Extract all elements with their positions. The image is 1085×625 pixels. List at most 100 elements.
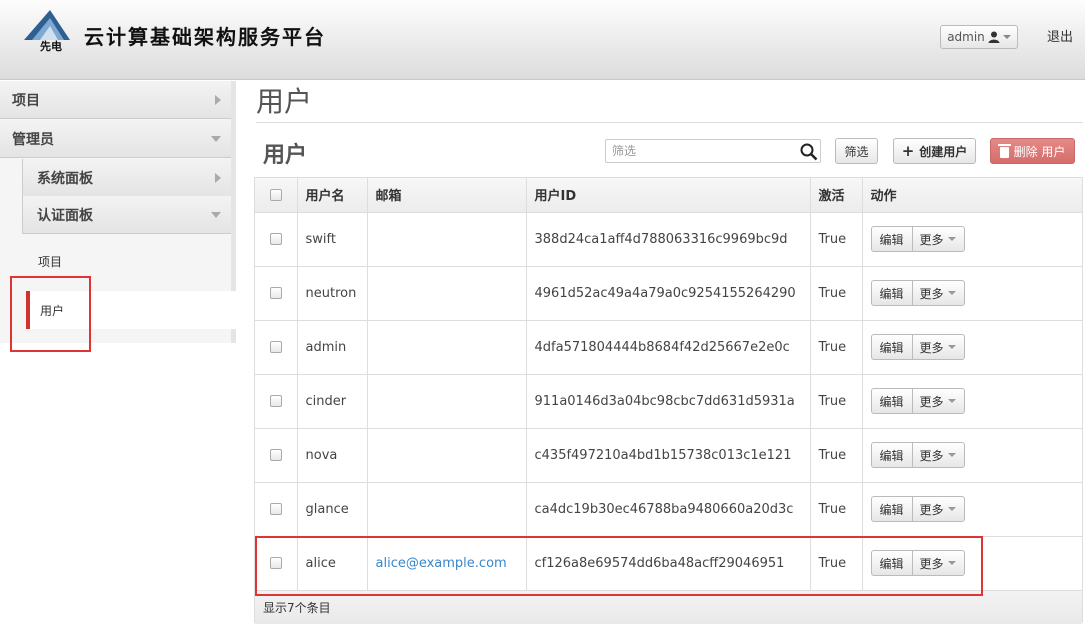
- chevron-down-icon: [1002, 35, 1011, 39]
- delete-users-label: 删除 用户: [1013, 144, 1066, 159]
- select-all-checkbox[interactable]: [269, 188, 282, 201]
- more-dropdown-button[interactable]: 更多: [913, 497, 964, 521]
- cell-enabled: True: [810, 428, 863, 483]
- edit-button[interactable]: 编辑: [872, 389, 913, 413]
- chevron-right-icon: [215, 172, 221, 183]
- more-label: 更多: [919, 232, 944, 247]
- cell-username: glance: [297, 482, 368, 537]
- sidebar-item-label: 用户: [40, 303, 65, 318]
- signout-link[interactable]: 退出: [1047, 26, 1073, 45]
- cell-enabled: True: [810, 536, 863, 591]
- sidebar-item-project[interactable]: 项目: [0, 81, 231, 119]
- table-row: neutron 4961d52ac49a4a79a0c9254155264290 T…: [255, 266, 1082, 321]
- cell-user-id: 4961d52ac49a4a79a0c9254155264290: [526, 266, 811, 321]
- chevron-down-icon: [947, 291, 956, 295]
- column-header-email[interactable]: 邮箱: [367, 178, 527, 213]
- row-action-group: 编辑 更多: [870, 226, 965, 252]
- cell-username: admin: [297, 320, 368, 375]
- edit-button[interactable]: 编辑: [872, 443, 913, 467]
- row-checkbox[interactable]: [269, 395, 282, 407]
- table-row: cinder 911a0146d3a04bc98cbc7dd631d5931a Tr…: [255, 374, 1082, 429]
- edit-button[interactable]: 编辑: [872, 227, 913, 251]
- more-dropdown-button[interactable]: 更多: [913, 389, 964, 413]
- more-label: 更多: [919, 502, 944, 517]
- row-action-group: 编辑 更多: [870, 388, 965, 414]
- cell-enabled: True: [810, 212, 863, 267]
- edit-button[interactable]: 编辑: [872, 335, 913, 359]
- cell-username: cinder: [297, 374, 368, 429]
- row-checkbox[interactable]: [269, 557, 282, 569]
- edit-button[interactable]: 编辑: [872, 551, 913, 575]
- table-header-row: 用户名 邮箱 用户ID 激活 动作: [255, 178, 1082, 213]
- chevron-down-icon: [947, 345, 956, 349]
- more-label: 更多: [919, 448, 944, 463]
- edit-button[interactable]: 编辑: [872, 497, 913, 521]
- table-title: 用户: [263, 143, 308, 168]
- cell-user-id: 388d24ca1aff4d788063316c9969bc9d: [526, 212, 811, 267]
- chevron-down-icon: [947, 453, 956, 457]
- create-user-label: 创建用户: [919, 144, 968, 159]
- cell-enabled: True: [810, 482, 863, 537]
- brand-title: 云计算基础架构服务平台: [84, 25, 326, 49]
- chevron-down-icon: [947, 399, 956, 403]
- cell-username: alice: [297, 536, 368, 591]
- sidebar-item-label: 系统面板: [37, 170, 93, 187]
- table-row: swift 388d24ca1aff4d788063316c9969bc9d Tru…: [255, 212, 1082, 267]
- divider: [256, 122, 1083, 123]
- sidebar-item-admin[interactable]: 管理员: [0, 120, 231, 158]
- delete-users-button[interactable]: 删除 用户: [990, 138, 1075, 164]
- column-header-actions: 动作: [862, 178, 1082, 213]
- more-dropdown-button[interactable]: 更多: [913, 227, 964, 251]
- filter-button[interactable]: 筛选: [835, 138, 878, 164]
- user-menu-dropdown[interactable]: admin: [940, 25, 1018, 49]
- column-header-enabled[interactable]: 激活: [810, 178, 863, 213]
- row-checkbox[interactable]: [269, 503, 282, 515]
- column-header-user-id[interactable]: 用户ID: [526, 178, 811, 213]
- row-action-group: 编辑 更多: [870, 334, 965, 360]
- row-checkbox[interactable]: [269, 287, 282, 299]
- sidebar-item-users[interactable]: 用户: [26, 291, 236, 329]
- chevron-right-icon: [215, 94, 221, 105]
- table-footer: 显示7个条目: [255, 590, 1082, 624]
- more-dropdown-button[interactable]: 更多: [913, 551, 964, 575]
- row-checkbox[interactable]: [269, 233, 282, 245]
- more-label: 更多: [919, 556, 944, 571]
- users-table: 用户名 邮箱 用户ID 激活 动作 swift 388d24ca1aff4d788…: [254, 177, 1083, 624]
- column-header-username[interactable]: 用户名: [297, 178, 368, 213]
- cell-enabled: True: [810, 266, 863, 321]
- sidebar-item-label: 项目: [12, 92, 40, 109]
- row-checkbox[interactable]: [269, 449, 282, 461]
- cell-user-id: 911a0146d3a04bc98cbc7dd631d5931a: [526, 374, 811, 429]
- cell-user-id: cf126a8e69574dd6ba48acff29046951: [526, 536, 811, 591]
- table-row: alice alice@example.com cf126a8e69574dd6ba…: [255, 536, 1082, 591]
- chevron-down-icon: [947, 237, 956, 241]
- filter-input[interactable]: [605, 139, 821, 163]
- sidebar-item-label: 认证面板: [37, 207, 93, 224]
- cell-enabled: True: [810, 374, 863, 429]
- user-icon: [988, 31, 1000, 43]
- trash-icon: [997, 143, 1011, 158]
- chevron-down-icon: [211, 211, 221, 218]
- more-dropdown-button[interactable]: 更多: [913, 443, 964, 467]
- sidebar-item-projects[interactable]: 项目: [38, 253, 62, 270]
- sidebar-item-identity-panel[interactable]: 认证面板: [22, 196, 231, 234]
- search-icon: [800, 143, 818, 161]
- edit-button[interactable]: 编辑: [872, 281, 913, 305]
- more-dropdown-button[interactable]: 更多: [913, 281, 964, 305]
- chevron-down-icon: [947, 561, 956, 565]
- row-action-group: 编辑 更多: [870, 442, 965, 468]
- row-checkbox[interactable]: [269, 341, 282, 353]
- cell-user-id: c435f497210a4bd1b15738c013c1e121: [526, 428, 811, 483]
- cell-email[interactable]: alice@example.com: [376, 556, 507, 571]
- more-dropdown-button[interactable]: 更多: [913, 335, 964, 359]
- table-row: nova c435f497210a4bd1b15738c013c1e121 True…: [255, 428, 1082, 483]
- cell-username: neutron: [297, 266, 368, 321]
- sidebar-item-system-panel[interactable]: 系统面板: [22, 159, 231, 197]
- row-action-group: 编辑 更多: [870, 550, 965, 576]
- top-header: 先电 云计算基础架构服务平台 admin 退出: [0, 0, 1085, 80]
- create-user-button[interactable]: + 创建用户: [893, 138, 976, 164]
- cell-username: nova: [297, 428, 368, 483]
- cell-user-id: 4dfa571804444b8684f42d25667e2e0c: [526, 320, 811, 375]
- row-action-group: 编辑 更多: [870, 496, 965, 522]
- more-label: 更多: [919, 394, 944, 409]
